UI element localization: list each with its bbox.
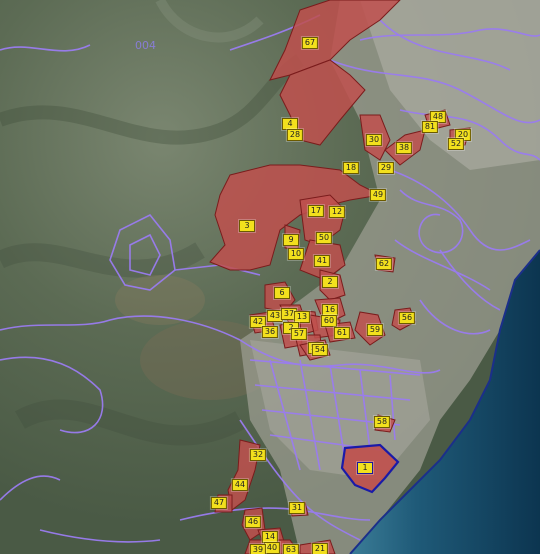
parcel-label[interactable]: 56 [398,312,416,324]
parcel-label[interactable]: 61 [333,327,351,339]
faded-label: 004 [135,39,156,52]
parcel-label[interactable]: 81 [421,121,439,133]
parcel-label[interactable]: 63 [282,544,300,554]
parcel-label[interactable]: 47 [210,497,228,509]
parcel-label[interactable]: 29 [377,162,395,174]
parcel-label[interactable]: 60 [320,315,338,327]
parcel-label[interactable]: 28 [286,129,304,141]
parcel-label[interactable]: 40 [263,542,281,554]
parcel-label[interactable]: 50 [315,232,333,244]
parcel-label[interactable]: 17 [307,205,325,217]
parcel-label[interactable]: 44 [231,479,249,491]
parcel-label[interactable]: 62 [375,258,393,270]
map-canvas[interactable]: 004 67 4 28 48 81 20 52 30 38 18 29 49 17 12 3 9 50 10 41 6… [0,0,540,554]
parcel-label[interactable]: 54 [311,344,329,356]
parcel-label[interactable]: 10 [287,248,305,260]
parcel-label[interactable]: 41 [313,255,331,267]
parcel-label[interactable]: 57 [290,328,308,340]
parcel-label[interactable]: 12 [328,206,346,218]
parcel-label[interactable]: 21 [311,543,329,554]
parcel-label[interactable]: 49 [369,189,387,201]
parcel-label[interactable]: 38 [395,142,413,154]
parcel-label[interactable]: 52 [447,138,465,150]
map-layer: 004 [0,0,540,554]
parcel-label[interactable]: 1 [357,462,373,474]
parcel-label[interactable]: 59 [366,324,384,336]
parcel-label[interactable]: 32 [249,449,267,461]
parcel-label[interactable]: 58 [373,416,391,428]
parcel-label[interactable]: 31 [288,502,306,514]
parcel-label[interactable]: 3 [239,220,255,232]
parcel-label[interactable]: 67 [301,37,319,49]
parcel-label[interactable]: 2 [322,276,338,288]
parcel-label[interactable]: 9 [283,234,299,246]
parcel-label[interactable]: 46 [244,516,262,528]
parcel-label[interactable]: 30 [365,134,383,146]
parcel-label[interactable]: 6 [274,287,290,299]
parcel-label[interactable]: 39 [249,544,267,554]
parcel-label[interactable]: 36 [261,326,279,338]
parcel-label[interactable]: 18 [342,162,360,174]
